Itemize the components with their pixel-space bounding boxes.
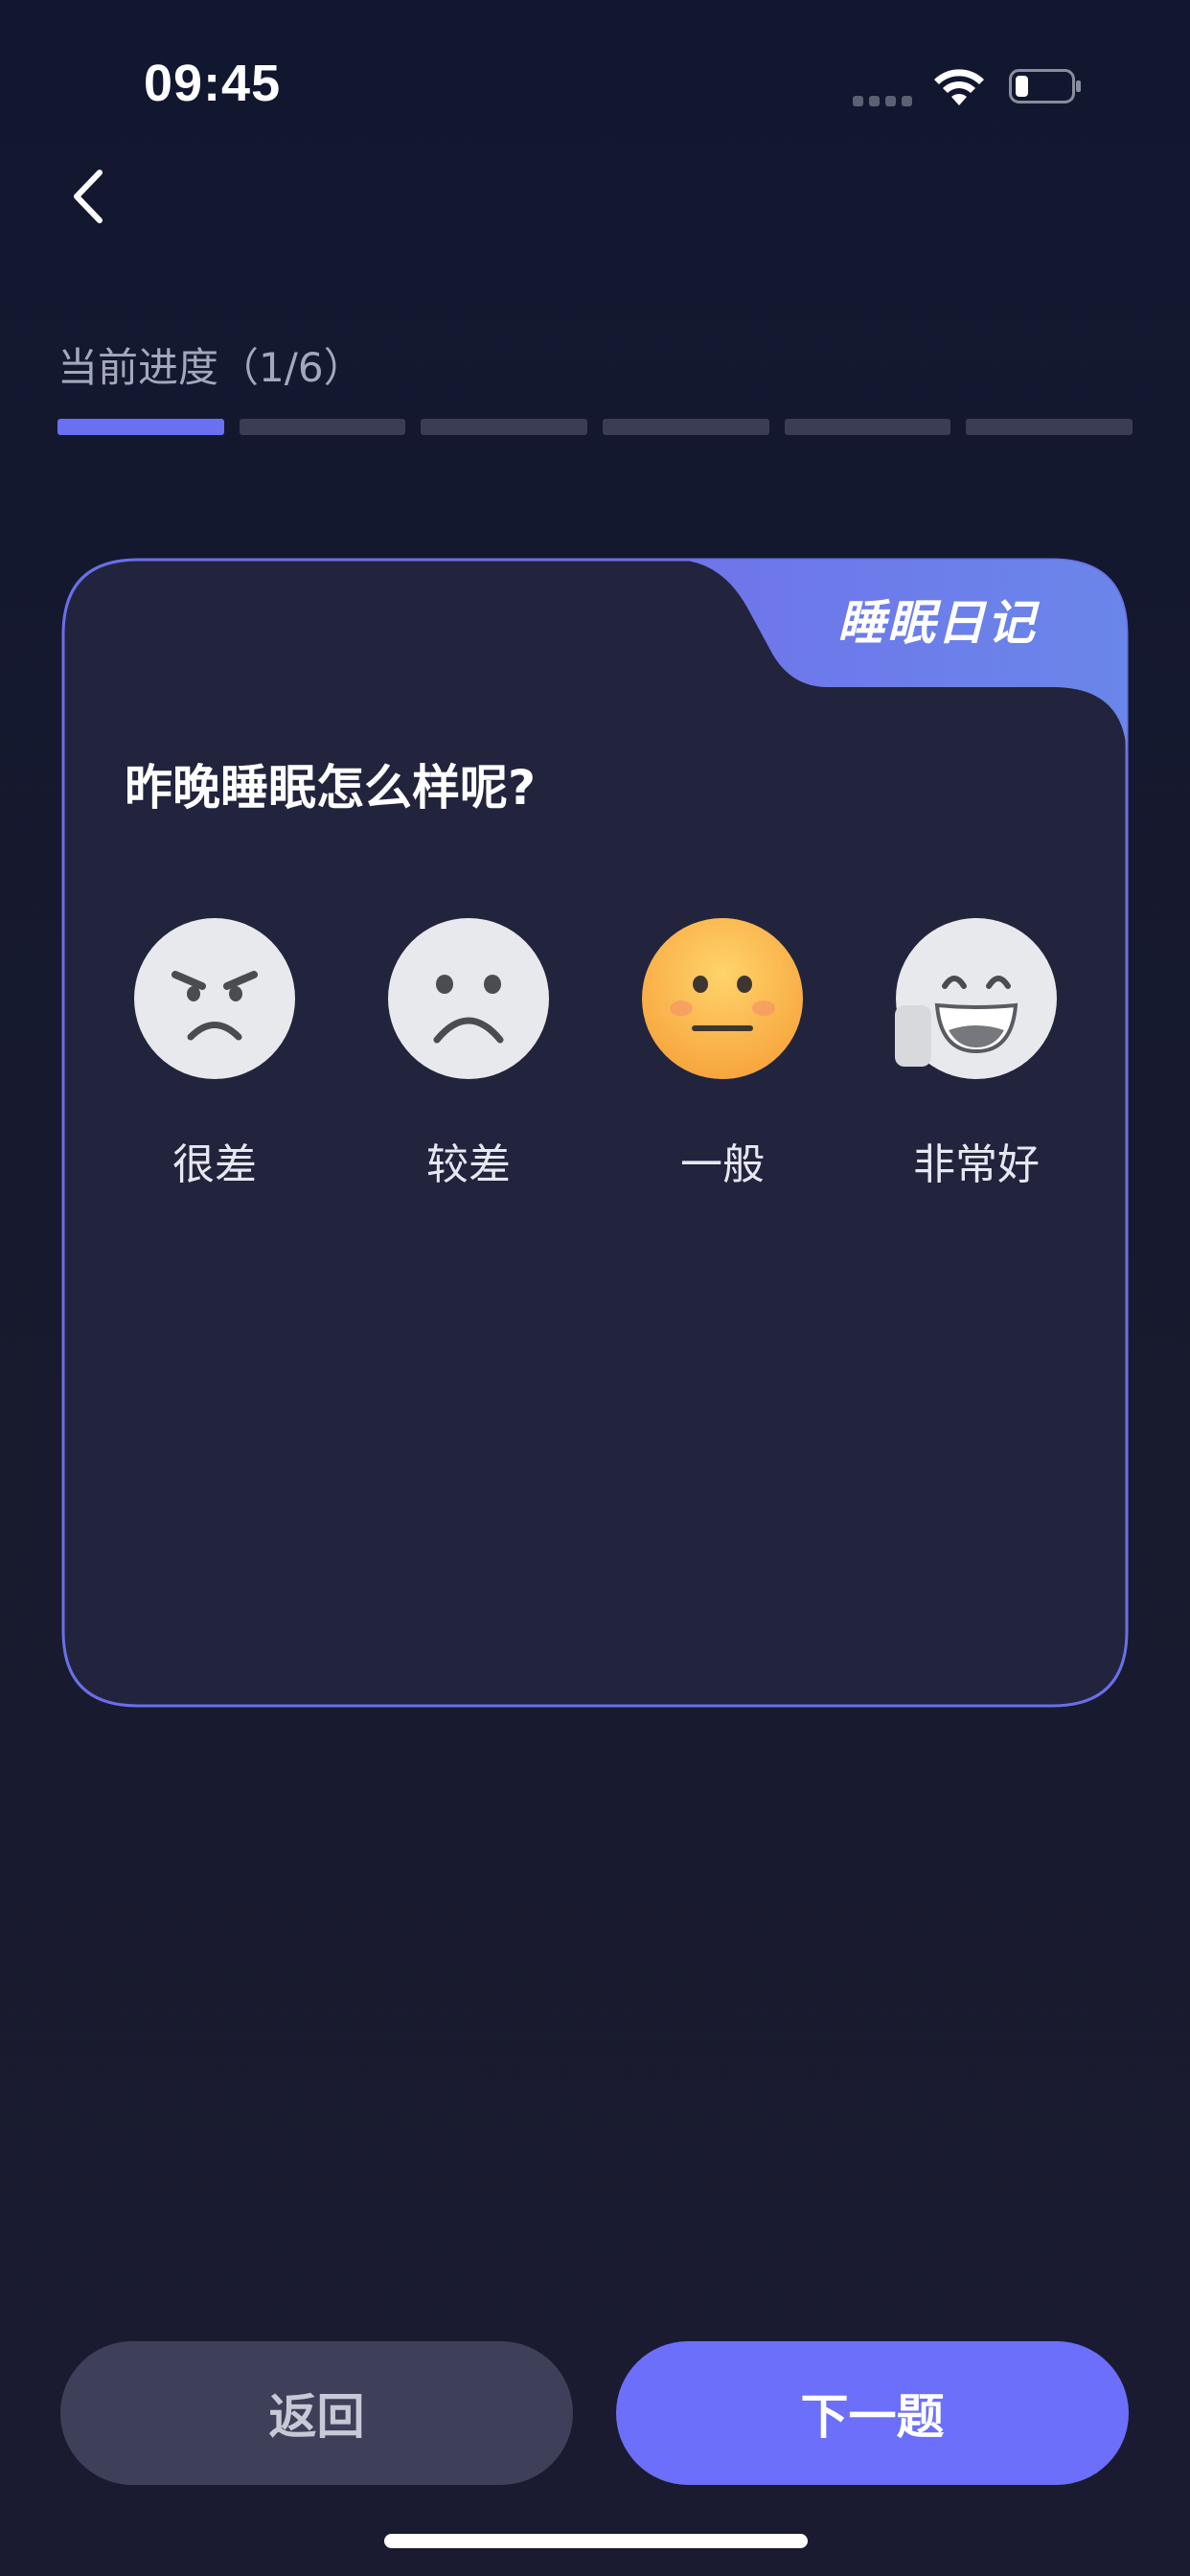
- progress-segment: [421, 419, 588, 435]
- card-tag: 睡眠日记: [837, 595, 1037, 651]
- option-very-bad[interactable]: 很差: [100, 917, 330, 1205]
- wifi-icon: [934, 69, 984, 105]
- screen: 09:45 当前进度（1/6） 睡眠日记 昨晚睡眠怎么样呢? 很差 较差 一般 …: [0, 0, 1190, 2576]
- progress-segment: [603, 419, 769, 435]
- option-label: 较差: [426, 1140, 511, 1189]
- sad-face-icon: [388, 918, 549, 1079]
- progress-segment: [784, 419, 951, 435]
- sleep-diary-card: 睡眠日记 昨晚睡眠怎么样呢? 很差 较差 一般 非常好: [61, 558, 1129, 1708]
- grinning-face-icon: [895, 918, 1057, 1079]
- progress-segment: [966, 419, 1133, 435]
- back-chevron-icon[interactable]: [57, 163, 125, 230]
- next-question-button[interactable]: 下一题: [616, 2341, 1129, 2485]
- battery-icon: [1009, 69, 1081, 104]
- option-label: 很差: [172, 1140, 257, 1189]
- rating-options: 很差 较差 一般 非常好: [61, 917, 1129, 1205]
- progress-segment: [57, 419, 224, 435]
- progress-segment: [239, 419, 406, 435]
- question-title: 昨晚睡眠怎么样呢?: [125, 760, 537, 816]
- option-very-good[interactable]: 非常好: [861, 917, 1091, 1205]
- option-label: 非常好: [913, 1140, 1040, 1189]
- progress-bar: [57, 419, 1133, 435]
- angry-face-icon: [134, 918, 295, 1079]
- option-bad[interactable]: 较差: [354, 917, 584, 1205]
- option-average[interactable]: 一般: [607, 917, 837, 1205]
- option-label: 一般: [680, 1140, 765, 1189]
- neutral-face-icon: [642, 918, 803, 1079]
- status-time: 09:45: [144, 55, 282, 112]
- cellular-signal-icon: [853, 96, 914, 107]
- home-indicator[interactable]: [384, 2534, 808, 2548]
- back-button[interactable]: 返回: [60, 2341, 573, 2485]
- progress-label: 当前进度（1/6）: [57, 344, 364, 391]
